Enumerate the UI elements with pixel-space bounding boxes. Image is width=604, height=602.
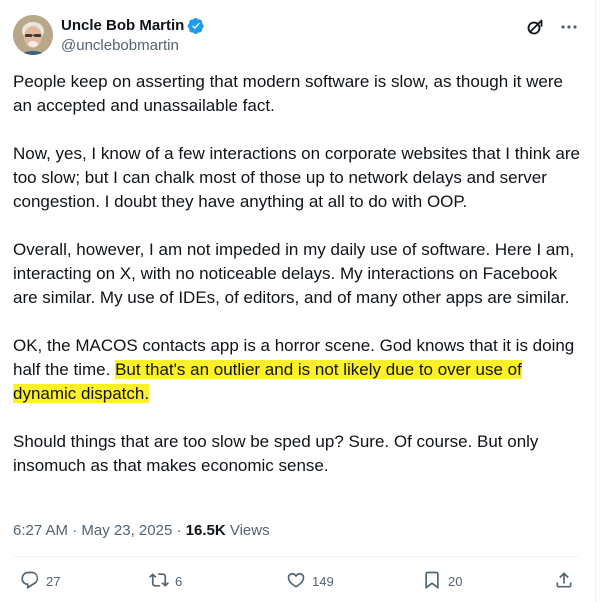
tweet-header: Uncle Bob Martin @unclebobmartin	[13, 15, 579, 59]
share-icon	[554, 570, 574, 593]
views-label: Views	[225, 522, 270, 539]
bookmark-icon	[422, 570, 442, 593]
tweet-paragraph: Now, yes, I know of a few interactions o…	[13, 144, 580, 211]
views-count: 16.5K	[185, 522, 226, 539]
bookmark-count: 20	[448, 574, 463, 589]
more-options-icon[interactable]	[559, 17, 579, 37]
bookmark-button[interactable]: 20	[422, 570, 462, 593]
author-names: Uncle Bob Martin @unclebobmartin	[61, 16, 205, 56]
verified-badge-icon[interactable]	[187, 17, 205, 35]
reply-icon	[20, 570, 40, 593]
repost-count: 6	[175, 574, 183, 589]
repost-button[interactable]: 6	[149, 570, 182, 593]
grok-icon[interactable]	[525, 17, 545, 37]
divider	[13, 556, 579, 557]
meta-separator: ·	[68, 522, 82, 539]
post-time[interactable]: 6:27 AM	[13, 522, 68, 539]
retweet-icon	[149, 570, 169, 593]
display-name-row: Uncle Bob Martin	[61, 16, 205, 36]
like-icon	[286, 570, 306, 593]
share-button[interactable]	[554, 570, 574, 593]
tweet-body: People keep on asserting that modern sof…	[13, 70, 585, 502]
post-date[interactable]: May 23, 2025	[81, 522, 172, 539]
author-handle[interactable]: @unclebobmartin	[61, 36, 205, 56]
like-count: 149	[312, 574, 334, 589]
tweet-paragraph: Should things that are too slow be sped …	[13, 432, 539, 475]
reply-button[interactable]: 27	[20, 570, 60, 593]
avatar[interactable]	[13, 15, 53, 55]
like-button[interactable]: 149	[286, 570, 334, 593]
tweet-paragraph: People keep on asserting that modern sof…	[13, 72, 563, 115]
action-bar: 27 6 149 20	[0, 570, 596, 596]
tweet-card: Uncle Bob Martin @unclebobmartin People …	[0, 0, 596, 602]
tweet-paragraph: Overall, however, I am not impeded in my…	[13, 240, 575, 307]
header-actions	[525, 17, 579, 37]
tweet-paragraph-highlighted: OK, the MACOS contacts app is a horror s…	[13, 334, 585, 406]
tweet-meta: 6:27 AM · May 23, 2025 · 16.5K Views	[13, 521, 270, 541]
meta-separator: ·	[172, 522, 186, 539]
reply-count: 27	[46, 574, 61, 589]
author-display-name[interactable]: Uncle Bob Martin	[61, 16, 184, 36]
